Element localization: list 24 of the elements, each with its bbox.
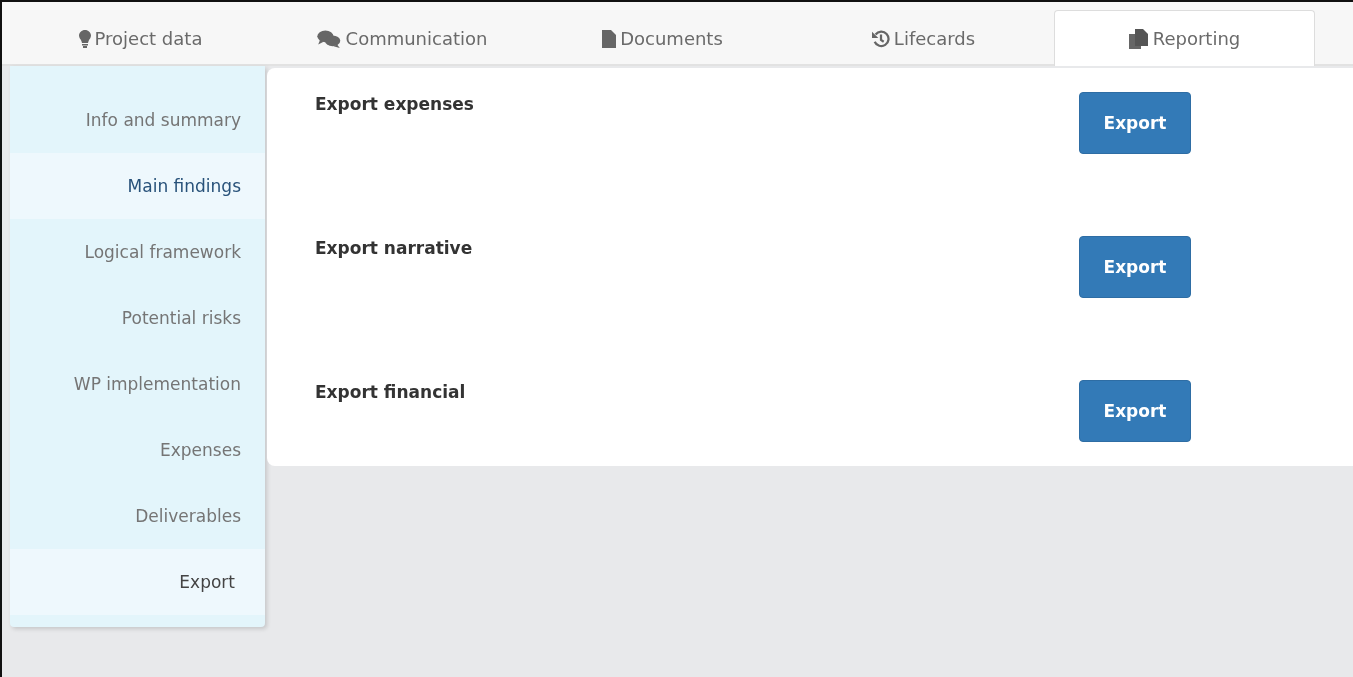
sidebar-item[interactable]: Logical framework <box>10 219 265 285</box>
speech-bubbles-icon <box>315 29 342 48</box>
tab[interactable]: Project data <box>10 10 271 66</box>
sidebar-item[interactable]: Main findings <box>10 153 265 219</box>
sidebar-item[interactable]: Expenses <box>10 417 265 483</box>
export-label: Export narrative <box>315 237 474 258</box>
tab[interactable]: Lifecards <box>793 10 1054 66</box>
tab[interactable]: Communication <box>271 10 532 66</box>
history-icon <box>871 29 890 48</box>
sidebar-item[interactable]: WP implementation <box>10 351 265 417</box>
export-label: Export expenses <box>315 93 475 114</box>
sidebar-item[interactable]: Export <box>10 549 265 615</box>
sidebar-item[interactable]: Potential risks <box>10 285 265 351</box>
export-button[interactable]: Export <box>1079 380 1191 442</box>
copy-icon <box>1128 28 1149 49</box>
tab[interactable]: Reporting <box>1054 10 1315 66</box>
export-label: Export financial <box>315 381 467 402</box>
export-button[interactable]: Export <box>1079 236 1191 298</box>
sidebar-item[interactable]: Deliverables <box>10 483 265 549</box>
lightbulb-icon <box>78 29 91 48</box>
export-button[interactable]: Export <box>1079 92 1191 154</box>
file-icon <box>602 29 617 48</box>
tab[interactable]: Documents <box>532 10 793 66</box>
sidebar-item[interactable]: Info and summary <box>10 87 265 153</box>
